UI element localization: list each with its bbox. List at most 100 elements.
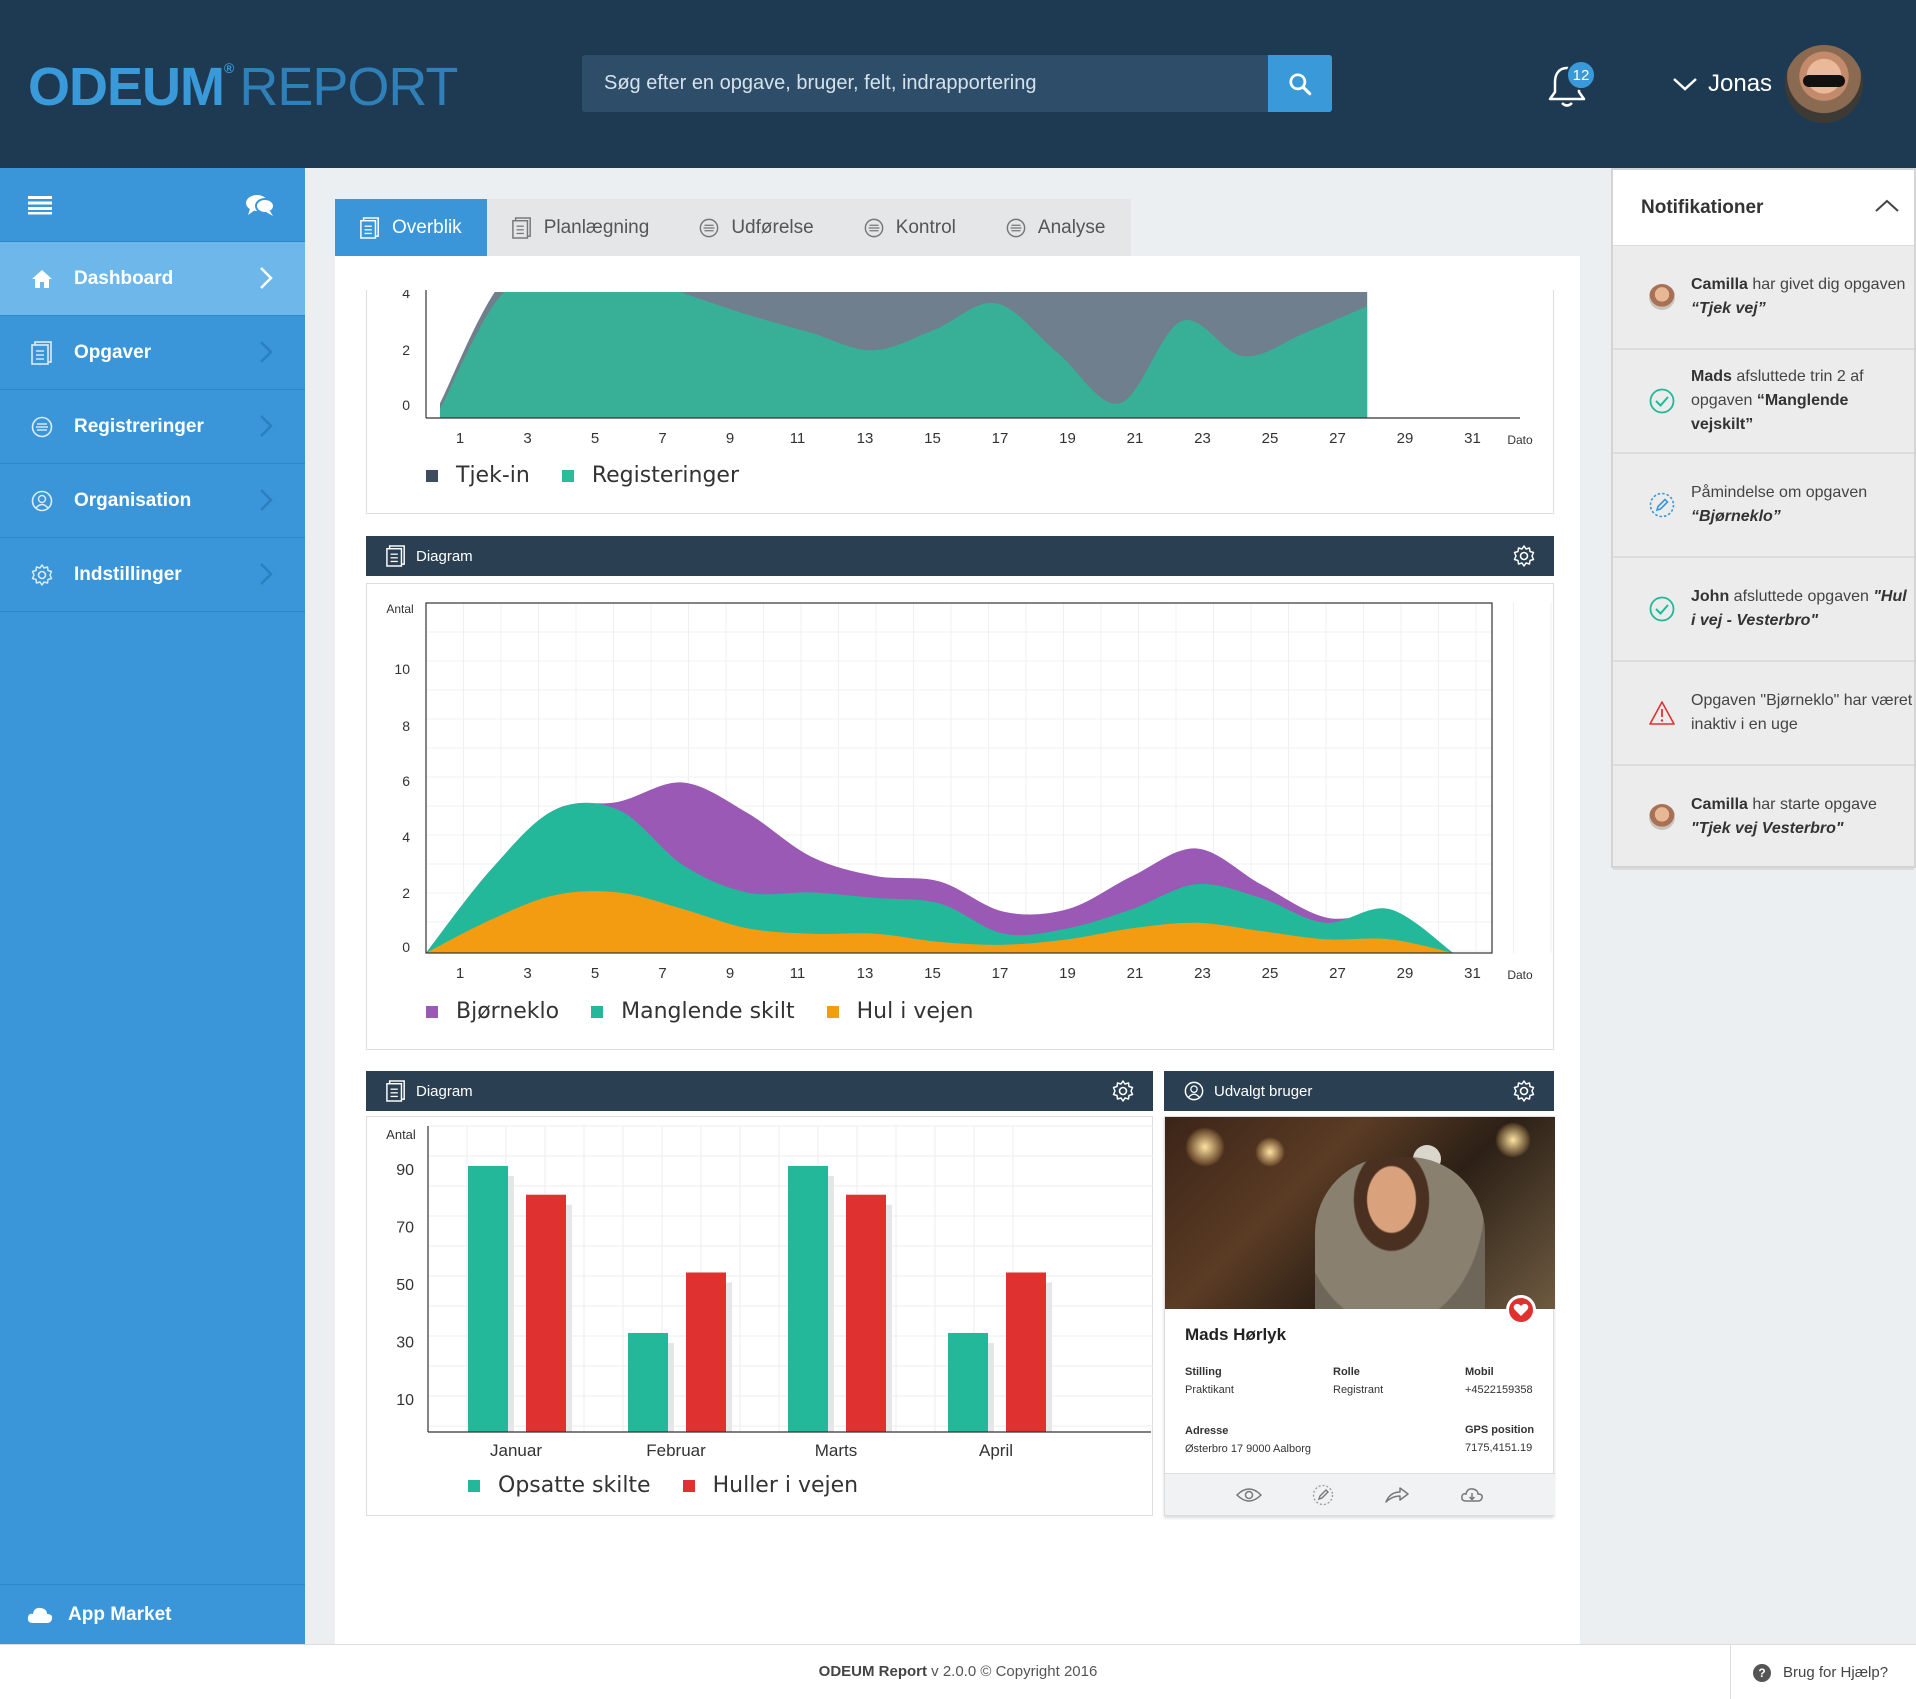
notifications-panel: Notifikationer Camilla har givet dig opg… — [1611, 168, 1916, 870]
x-tick-label: April — [979, 1441, 1013, 1460]
bar-huller-i-vejen-januar — [526, 1194, 566, 1432]
legend-item-tjek-in[interactable]: Tjek-in — [426, 463, 530, 488]
x-tick-label: Februar — [646, 1441, 706, 1460]
legend-item-huller-i-vejen[interactable]: Huller i vejen — [682, 1473, 858, 1498]
bar-shadow — [886, 1204, 892, 1432]
sidebar-item-opgaver[interactable]: Opgaver — [0, 316, 305, 390]
logo[interactable]: ODEUM® REPORT — [28, 56, 458, 118]
search-input[interactable] — [582, 55, 1268, 112]
user-field-gps: GPS position 7175,4151.19 — [1465, 1424, 1535, 1454]
search-button[interactable] — [1268, 55, 1332, 112]
chat-icon[interactable] — [245, 193, 275, 217]
list-circle-icon — [864, 217, 886, 239]
legend-item-hul-i-vejen[interactable]: Hul i vejen — [826, 999, 973, 1024]
footer: ODEUM Report v 2.0.0 © Copyright 2016 ? B… — [0, 1644, 1916, 1699]
user-field-stilling: Stilling Praktikant — [1185, 1366, 1234, 1396]
chevron-right-icon — [260, 563, 273, 585]
favorite-heart-button[interactable] — [1506, 1295, 1536, 1325]
eye-icon[interactable] — [1236, 1487, 1262, 1503]
x-tick-label: 11 — [790, 430, 806, 447]
tab-bar: Overblik Planlægning Udførelse Kontrol A… — [335, 199, 1131, 256]
notification-item[interactable]: John afsluttede opgaven "Hul i vej - Ves… — [1613, 558, 1914, 662]
user-field-mobil: Mobil +4522159358 — [1465, 1366, 1533, 1396]
user-card-actions — [1165, 1473, 1555, 1515]
tab-kontrol[interactable]: Kontrol — [838, 199, 981, 256]
notification-item[interactable]: Opgaven "Bjørneklo" har været inaktiv i … — [1613, 662, 1914, 766]
x-tick-label: 7 — [658, 965, 666, 982]
pencil-circle-icon[interactable] — [1312, 1484, 1334, 1506]
tab-planlaegning[interactable]: Planlægning — [486, 199, 675, 256]
tasks-icon — [30, 340, 54, 365]
home-icon — [30, 267, 54, 291]
x-tick-label: 1 — [456, 430, 464, 447]
chevron-right-icon — [260, 489, 273, 511]
chevron-up-icon[interactable] — [1874, 198, 1900, 214]
tab-analyse[interactable]: Analyse — [980, 199, 1131, 256]
x-tick-label: 3 — [523, 430, 531, 447]
warning-icon — [1647, 698, 1677, 728]
y-tick-label: 4 — [402, 829, 410, 845]
avatar — [1649, 284, 1675, 310]
x-tick-label: 15 — [924, 430, 941, 447]
diagram-panel-header: Diagram — [366, 536, 1554, 576]
gear-icon[interactable] — [1512, 544, 1536, 568]
x-tick-label: 17 — [992, 430, 1009, 447]
x-axis-label: Dato — [1507, 968, 1533, 982]
x-tick-label: 31 — [1464, 965, 1481, 982]
notifications-header: Notifikationer — [1613, 170, 1914, 246]
share-icon[interactable] — [1384, 1486, 1410, 1504]
sidebar-item-registreringer[interactable]: Registreringer — [0, 390, 305, 464]
notification-item[interactable]: Camilla har givet dig opgaven “Tjek vej” — [1613, 246, 1914, 350]
notification-item[interactable]: Camilla har starte opgave "Tjek vej Vest… — [1613, 766, 1914, 870]
search-icon — [1289, 72, 1312, 95]
bar-huller-i-vejen-februar — [686, 1272, 726, 1432]
checkin-chart-legend: Tjek-in Registeringer — [426, 463, 771, 488]
app-market-button[interactable]: App Market — [0, 1584, 305, 1644]
sidebar-item-dashboard[interactable]: Dashboard — [0, 242, 305, 316]
y-tick-label: 10 — [394, 661, 410, 677]
gear-icon[interactable] — [1111, 1079, 1135, 1103]
legend-item-manglende-skilt[interactable]: Manglende skilt — [591, 999, 795, 1024]
sidebar-toolbar — [0, 168, 305, 242]
tab-udforelse[interactable]: Udførelse — [674, 199, 839, 256]
x-tick-label: 13 — [857, 430, 874, 447]
gear-icon[interactable] — [1512, 1079, 1536, 1103]
y-tick-label: 50 — [396, 1277, 414, 1294]
help-button[interactable]: ? Brug for Hjælp? — [1730, 1645, 1916, 1699]
sidebar-item-indstillinger[interactable]: Indstillinger — [0, 538, 305, 612]
pencil-circle-icon — [1647, 490, 1677, 520]
y-tick-label: 8 — [402, 718, 410, 734]
user-menu[interactable]: Jonas — [1672, 62, 1772, 106]
tasks-icon — [386, 1080, 406, 1102]
avatar[interactable] — [1785, 45, 1863, 123]
x-tick-label: 27 — [1329, 965, 1346, 982]
sidebar: Dashboard Opgaver Registreringer Organis… — [0, 168, 305, 1644]
x-tick-label: 5 — [591, 965, 599, 982]
x-tick-label: 31 — [1464, 430, 1481, 447]
chevron-down-icon — [1673, 78, 1697, 91]
menu-icon[interactable] — [28, 195, 52, 215]
notification-item[interactable]: Mads afsluttede trin 2 af opgaven “Mangl… — [1613, 350, 1914, 454]
bar-shadow — [1046, 1282, 1052, 1432]
user-photo — [1165, 1117, 1555, 1309]
x-tick-label: 3 — [523, 965, 531, 982]
chevron-right-icon — [260, 341, 273, 363]
x-tick-label: 23 — [1194, 430, 1211, 447]
legend-item-bjorneklo[interactable]: Bjørneklo — [426, 999, 559, 1024]
notification-item[interactable]: Påmindelse om opgaven “Bjørneklo” — [1613, 454, 1914, 558]
x-tick-label: 1 — [456, 965, 464, 982]
cloud-download-icon[interactable] — [1460, 1486, 1484, 1504]
tasks-icon — [360, 216, 382, 239]
y-axis-label: Antal — [386, 1127, 416, 1142]
legend-item-registeringer[interactable]: Registeringer — [561, 463, 739, 488]
registrations-area-chart: Antal02468101 3 5 7 9 11 13 15 17 19 21 23 25 27 29 31 D… — [386, 602, 1552, 982]
notification-count-badge[interactable]: 12 — [1566, 60, 1596, 90]
sidebar-item-organisation[interactable]: Organisation — [0, 464, 305, 538]
y-tick-label: 90 — [396, 1162, 414, 1179]
x-tick-label: 9 — [726, 965, 734, 982]
user-circle-icon — [1184, 1081, 1204, 1101]
legend-item-opsatte-skilte[interactable]: Opsatte skilte — [468, 1473, 651, 1498]
bar-opsatte-skilte-februar — [628, 1332, 668, 1432]
search-bar — [582, 55, 1332, 112]
tab-overblik[interactable]: Overblik — [335, 199, 487, 256]
